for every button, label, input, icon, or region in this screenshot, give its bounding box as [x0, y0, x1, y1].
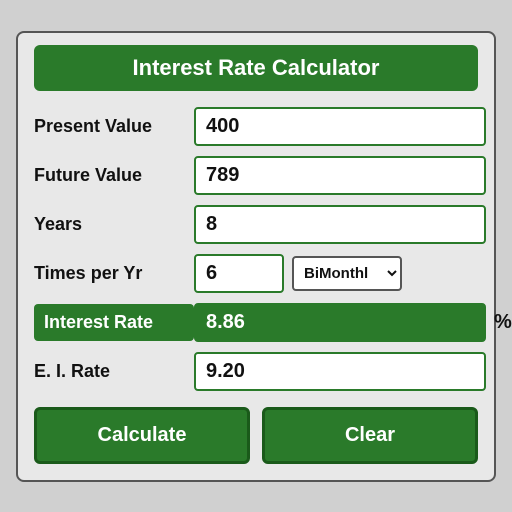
ei-rate-input[interactable]: [194, 352, 486, 391]
frequency-select[interactable]: BiMonthl Monthly Quarterly Annually: [292, 256, 402, 291]
clear-button[interactable]: Clear: [262, 407, 478, 464]
calculator-container: Interest Rate Calculator Present Value F…: [16, 31, 496, 482]
times-per-yr-row: Times per Yr BiMonthl Monthly Quarterly …: [34, 254, 478, 293]
times-per-yr-input[interactable]: [194, 254, 284, 293]
future-value-row: Future Value: [34, 156, 478, 195]
buttons-row: Calculate Clear: [34, 407, 478, 464]
years-label: Years: [34, 214, 194, 235]
calculator-title: Interest Rate Calculator: [34, 45, 478, 91]
interest-rate-input[interactable]: [194, 303, 486, 342]
future-value-input[interactable]: [194, 156, 486, 195]
present-value-input[interactable]: [194, 107, 486, 146]
calculate-button[interactable]: Calculate: [34, 407, 250, 464]
years-input[interactable]: [194, 205, 486, 244]
years-row: Years: [34, 205, 478, 244]
interest-rate-label: Interest Rate: [34, 304, 194, 341]
interest-rate-row: Interest Rate %: [34, 303, 478, 342]
ei-rate-label: E. I. Rate: [34, 361, 194, 382]
ei-rate-row: E. I. Rate: [34, 352, 478, 391]
times-per-yr-label: Times per Yr: [34, 263, 194, 284]
present-value-label: Present Value: [34, 116, 194, 137]
future-value-label: Future Value: [34, 165, 194, 186]
percent-symbol: %: [494, 311, 512, 334]
present-value-row: Present Value: [34, 107, 478, 146]
